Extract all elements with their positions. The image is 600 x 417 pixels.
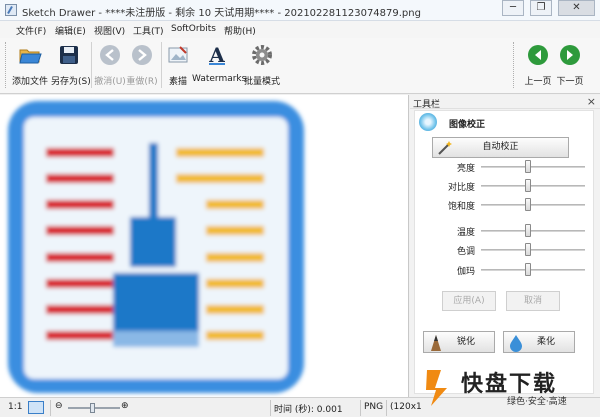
window-title: Sketch Drawer - ****未注册版 - 剩余 10 天试用期***… <box>22 8 421 19</box>
processing-time: 时间 (秒): 0.001 <box>274 405 343 415</box>
redo-icon <box>132 45 152 65</box>
auto-correct-button[interactable]: 自动校正 <box>432 137 569 158</box>
image-canvas[interactable] <box>0 95 409 397</box>
batch-mode-label: 批量模式 <box>243 77 280 87</box>
slider-thumb[interactable] <box>525 198 531 211</box>
slider-thumb[interactable] <box>525 179 531 192</box>
tools-panel-title: 工具栏 <box>413 100 441 110</box>
magic-wand-icon <box>438 141 452 155</box>
zoom-ratio[interactable]: 1:1 <box>8 402 22 412</box>
image-correction-section: 图像校正 自动校正 亮度对比度饱和度温度色调伽玛 应用(A) 取消 锐化 柔化 <box>414 110 594 394</box>
next-page-button[interactable]: 下一页 <box>553 40 587 90</box>
slider-thumb[interactable] <box>525 243 531 256</box>
pencil-tip-icon <box>431 335 441 351</box>
menu-file[interactable]: 文件(F) <box>16 24 46 37</box>
slider-thumb[interactable] <box>525 224 531 237</box>
slider-label: 伽玛 <box>456 267 475 277</box>
soften-button[interactable]: 柔化 <box>503 331 575 353</box>
menu-softorbits[interactable]: SoftOrbits <box>171 24 216 34</box>
sharpen-button[interactable]: 锐化 <box>423 331 495 353</box>
slider-label: 亮度 <box>456 164 475 174</box>
app-icon <box>5 4 17 16</box>
toolbar-grip[interactable] <box>513 42 516 88</box>
toolbar-separator <box>161 42 162 88</box>
slider-track[interactable] <box>481 185 585 187</box>
next-page-label: 下一页 <box>556 77 584 87</box>
fit-window-icon[interactable] <box>28 401 44 414</box>
lightning-k-icon <box>426 370 447 406</box>
image-size: (120x1 <box>390 402 422 412</box>
watermarks-button[interactable]: A Watermarks <box>192 40 247 90</box>
snowflake-icon <box>419 113 437 131</box>
add-file-label: 添加文件 <box>12 77 49 87</box>
folder-open-icon <box>19 49 42 64</box>
title-bar: Sketch Drawer - ****未注册版 - 剩余 10 天试用期***… <box>0 0 600 21</box>
status-separator <box>270 400 271 416</box>
toolbar-grip[interactable] <box>5 42 8 88</box>
slider-thumb[interactable] <box>525 160 531 173</box>
tools-panel-header: 工具栏 × <box>410 95 600 110</box>
auto-correct-label: 自动校正 <box>482 142 519 152</box>
menu-view[interactable]: 视图(V) <box>94 24 125 37</box>
slider-track[interactable] <box>481 166 585 168</box>
redo-label: 重做(R) <box>126 77 158 87</box>
close-button[interactable]: ✕ <box>558 0 595 16</box>
undo-label: 撤消(U) <box>94 77 126 87</box>
site-watermark: 快盘下载 绿色·安全·高速 <box>425 364 593 408</box>
toolbar-separator <box>91 42 92 88</box>
slider-label: 色调 <box>456 247 475 257</box>
save-as-label: 另存为(S) <box>51 77 91 87</box>
slider-label: 饱和度 <box>447 202 475 212</box>
slider-track[interactable] <box>481 269 585 271</box>
save-icon <box>60 46 78 64</box>
slider-track[interactable] <box>481 230 585 232</box>
status-separator <box>386 400 387 416</box>
tools-panel: 工具栏 × 图像校正 自动校正 亮度对比度饱和度温度色调伽玛 应用(A) 取消 … <box>410 95 600 397</box>
cancel-button[interactable]: 取消 <box>506 291 560 311</box>
soften-label: 柔化 <box>536 337 555 347</box>
sketch-label: 素描 <box>168 77 187 87</box>
zoom-slider-thumb[interactable] <box>90 403 95 413</box>
apply-button[interactable]: 应用(A) <box>442 291 496 311</box>
slider-track[interactable] <box>481 204 585 206</box>
prev-page-button[interactable]: 上一页 <box>522 40 554 90</box>
menu-edit[interactable]: 编辑(E) <box>55 24 86 37</box>
menu-bar: 文件(F) 编辑(E) 视图(V) 工具(T) SoftOrbits 帮助(H) <box>0 21 600 38</box>
redo-button[interactable]: 重做(R) <box>126 40 158 90</box>
sketch-icon <box>168 46 188 63</box>
menu-tools[interactable]: 工具(T) <box>133 24 164 37</box>
restore-button[interactable]: ❐ <box>530 0 552 16</box>
canvas-image <box>8 101 304 393</box>
water-drop-icon <box>510 335 522 352</box>
watermark-a-icon: A <box>208 43 225 67</box>
menu-help[interactable]: 帮助(H) <box>224 24 256 37</box>
prev-page-label: 上一页 <box>524 77 552 87</box>
arrow-left-icon <box>528 45 548 65</box>
arrow-right-icon <box>560 45 580 65</box>
minimize-button[interactable]: ─ <box>502 0 524 16</box>
save-as-button[interactable]: 另存为(S) <box>51 40 91 90</box>
watermarks-label: Watermarks <box>192 74 247 84</box>
sharpen-label: 锐化 <box>456 337 475 347</box>
undo-icon <box>100 45 120 65</box>
zoom-out-icon[interactable]: ⊖ <box>55 401 63 411</box>
slider-label: 对比度 <box>447 183 475 193</box>
add-file-button[interactable]: 添加文件 <box>12 40 48 90</box>
slider-track[interactable] <box>481 249 585 251</box>
image-format: PNG <box>364 402 384 412</box>
slider-thumb[interactable] <box>525 263 531 276</box>
batch-mode-button[interactable]: 批量模式 <box>243 40 281 90</box>
gear-icon <box>252 45 272 65</box>
panel-close-icon[interactable]: × <box>587 95 596 108</box>
toolbar: 添加文件 另存为(S) 撤消(U) 重做(R) 素描 A Watermarks … <box>0 38 600 94</box>
undo-button[interactable]: 撤消(U) <box>94 40 126 90</box>
section-title: 图像校正 <box>449 120 486 130</box>
status-separator <box>360 400 361 416</box>
zoom-in-icon[interactable]: ⊕ <box>121 401 129 411</box>
sketch-button[interactable]: 素描 <box>165 40 191 90</box>
status-separator <box>50 400 51 416</box>
watermark-slogan: 绿色·安全·高速 <box>507 397 567 407</box>
slider-label: 温度 <box>456 228 475 238</box>
